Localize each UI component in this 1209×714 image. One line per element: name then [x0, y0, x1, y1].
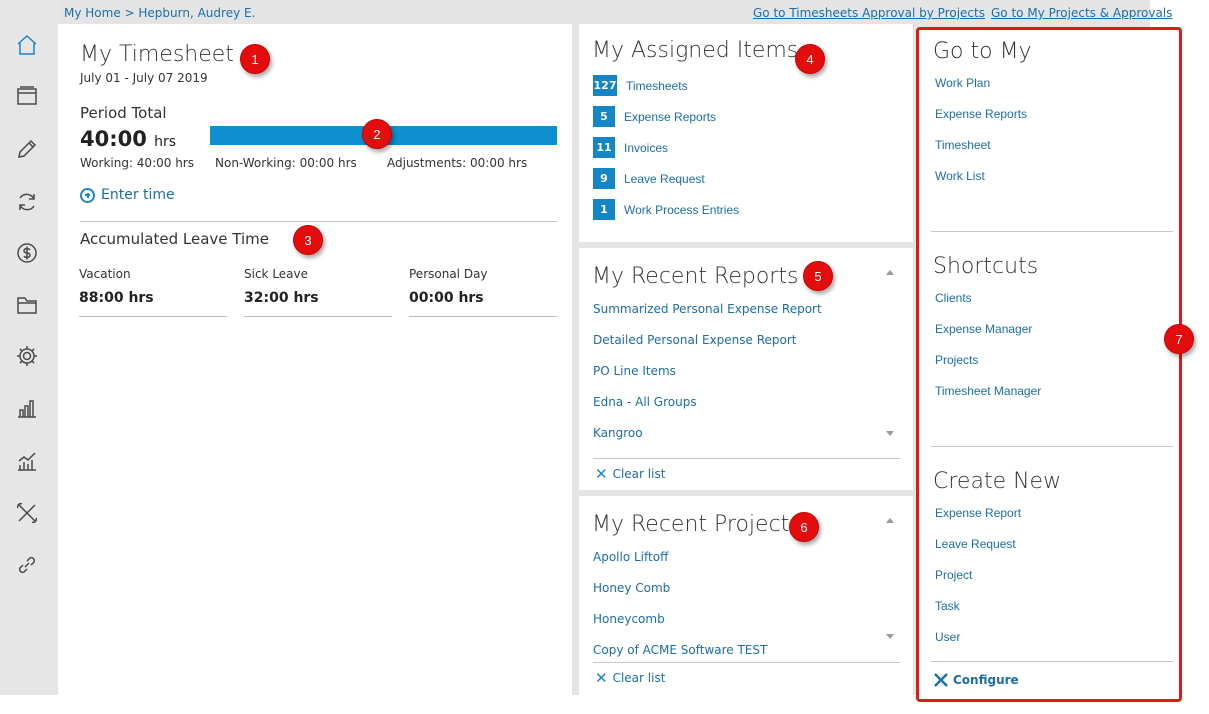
- period-hours-unit: hrs: [154, 134, 177, 150]
- link-icon[interactable]: [13, 551, 41, 579]
- period-hours-value: 40:00: [80, 127, 147, 151]
- folder-icon[interactable]: [13, 291, 41, 319]
- timesheet-title: My Timesheet: [80, 42, 234, 67]
- top-bar: My Home > Hepburn, Audrey E. Go to Times…: [58, 0, 1172, 24]
- count-badge: 9: [593, 168, 615, 189]
- report-item[interactable]: PO Line Items: [593, 364, 676, 378]
- report-item[interactable]: Detailed Personal Expense Report: [593, 333, 797, 347]
- adjustment-hours: Adjustments: 00:00 hrs: [387, 156, 528, 170]
- projects-divider: [593, 662, 900, 663]
- assigned-label[interactable]: Leave Request: [624, 172, 705, 186]
- trend-chart-icon[interactable]: [13, 447, 41, 475]
- gear-icon[interactable]: [13, 342, 41, 370]
- callout-marker-7: 7: [1164, 324, 1194, 354]
- window-icon[interactable]: [13, 82, 41, 110]
- callout-marker-3: 3: [293, 225, 323, 255]
- leave-sick: Sick Leave 32:00 hrs: [244, 267, 392, 317]
- count-badge: 127: [593, 75, 617, 96]
- leave-name: Vacation: [79, 267, 131, 281]
- callout-marker-6: 6: [789, 512, 819, 542]
- projects-title: My Recent Projects: [592, 512, 801, 537]
- enter-time-label: Enter time: [101, 187, 175, 203]
- leave-value: 32:00 hrs: [244, 290, 392, 317]
- collapse-up-icon[interactable]: [886, 518, 894, 523]
- assigned-label[interactable]: Work Process Entries: [624, 203, 739, 217]
- count-badge: 11: [593, 137, 615, 158]
- leave-name: Personal Day: [409, 267, 488, 281]
- timesheets-approval-link[interactable]: Go to Timesheets Approval by Projects: [753, 6, 985, 20]
- project-item[interactable]: Honeycomb: [593, 612, 665, 626]
- assigned-label[interactable]: Expense Reports: [624, 110, 716, 124]
- count-badge: 1: [593, 199, 615, 220]
- leave-value: 00:00 hrs: [409, 290, 557, 317]
- leave-vacation: Vacation 88:00 hrs: [79, 267, 227, 317]
- period-total-hours: 40:00 hrs: [80, 127, 176, 151]
- reports-divider: [593, 458, 900, 459]
- timesheet-divider: [80, 221, 557, 222]
- leave-name: Sick Leave: [244, 267, 309, 281]
- project-item[interactable]: Apollo Liftoff: [593, 550, 668, 564]
- scroll-down-icon[interactable]: [886, 431, 894, 436]
- callout-marker-4: 4: [795, 44, 825, 74]
- pencil-icon[interactable]: [13, 135, 41, 163]
- report-item[interactable]: Edna - All Groups: [593, 395, 697, 409]
- callout-marker-5: 5: [803, 261, 833, 291]
- assigned-item-invoices[interactable]: 11 Invoices: [593, 137, 668, 158]
- project-item[interactable]: Copy of ACME Software TEST: [593, 643, 767, 657]
- projects-approvals-link[interactable]: Go to My Projects & Approvals: [991, 6, 1172, 20]
- scroll-down-icon[interactable]: [886, 634, 894, 639]
- tools-icon[interactable]: [13, 499, 41, 527]
- sync-icon[interactable]: [13, 188, 41, 216]
- plus-circle-icon: [80, 187, 95, 203]
- close-icon: ✕: [595, 465, 608, 483]
- timesheet-panel: [58, 24, 572, 695]
- enter-time-button[interactable]: Enter time: [80, 187, 175, 203]
- callout-marker-2: 2: [362, 119, 392, 149]
- projects-clear-list[interactable]: ✕ Clear list: [595, 669, 666, 687]
- assigned-label[interactable]: Timesheets: [626, 79, 688, 93]
- project-item[interactable]: Honey Comb: [593, 581, 670, 595]
- dollar-icon[interactable]: [13, 239, 41, 267]
- highlight-frame: [916, 27, 1182, 702]
- leave-personal: Personal Day 00:00 hrs: [409, 267, 557, 317]
- non-working-hours: Non-Working: 00:00 hrs: [215, 156, 357, 170]
- leave-title: Accumulated Leave Time: [80, 230, 269, 248]
- left-sidebar: [0, 0, 58, 695]
- app-window: My Home > Hepburn, Audrey E. Go to Times…: [0, 0, 1209, 714]
- period-total-label: Period Total: [80, 104, 167, 122]
- assigned-label[interactable]: Invoices: [624, 141, 668, 155]
- timesheet-date-range: July 01 - July 07 2019: [80, 71, 208, 85]
- close-icon: ✕: [595, 669, 608, 687]
- reports-clear-list[interactable]: ✕ Clear list: [595, 465, 666, 483]
- assigned-item-work-process[interactable]: 1 Work Process Entries: [593, 199, 739, 220]
- reports-title: My Recent Reports: [592, 264, 799, 289]
- collapse-up-icon[interactable]: [886, 270, 894, 275]
- assigned-item-leave-request[interactable]: 9 Leave Request: [593, 168, 705, 189]
- working-hours: Working: 40:00 hrs: [80, 156, 194, 170]
- bar-chart-icon[interactable]: [13, 394, 41, 422]
- report-item[interactable]: Summarized Personal Expense Report: [593, 302, 822, 316]
- breadcrumb[interactable]: My Home > Hepburn, Audrey E.: [64, 6, 255, 20]
- clear-list-label: Clear list: [612, 671, 666, 685]
- callout-marker-1: 1: [240, 44, 270, 74]
- clear-list-label: Clear list: [612, 467, 666, 481]
- assigned-title: My Assigned Items: [592, 38, 799, 63]
- leave-value: 88:00 hrs: [79, 290, 227, 317]
- count-badge: 5: [593, 106, 615, 127]
- report-item[interactable]: Kangroo: [593, 426, 643, 440]
- home-icon[interactable]: [13, 31, 41, 59]
- assigned-item-expense-reports[interactable]: 5 Expense Reports: [593, 106, 716, 127]
- assigned-item-timesheets[interactable]: 127 Timesheets: [593, 75, 688, 96]
